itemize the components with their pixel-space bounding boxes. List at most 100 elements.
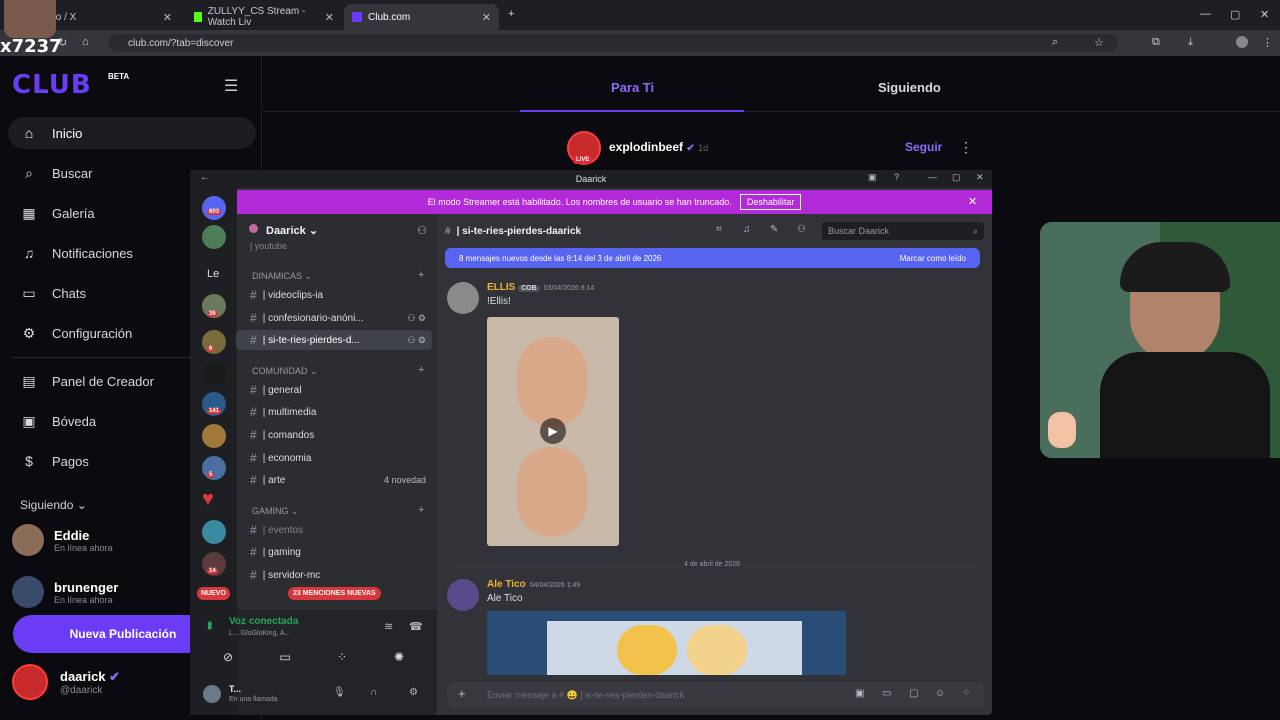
server-icon[interactable] <box>202 424 226 448</box>
avatar[interactable] <box>447 282 479 314</box>
soundboard-icon[interactable]: ✺ <box>385 648 413 666</box>
sticker-icon[interactable]: ▢ <box>909 688 918 699</box>
dm-home-icon[interactable] <box>202 196 226 220</box>
channel-item[interactable]: # | general <box>236 380 432 400</box>
minimize-icon[interactable]: — <box>928 172 937 182</box>
add-attachment-icon[interactable]: + <box>458 686 466 701</box>
channel-item[interactable]: # | confesionario-anóni... ⚇ ⚙ <box>236 308 432 328</box>
activities-icon[interactable]: ⁘ <box>328 648 356 666</box>
server-name[interactable]: Daarick ⌄ <box>266 224 318 237</box>
server-icon[interactable] <box>202 456 226 480</box>
add-channel-icon[interactable]: + <box>418 269 424 281</box>
tab-para-ti[interactable]: Para Ti <box>611 80 654 95</box>
channel-item[interactable]: # | economia <box>236 448 432 468</box>
home-icon[interactable]: ⌂ <box>82 36 89 48</box>
new-mentions-badge[interactable]: 23 MENCIONES NUEVAS <box>288 587 381 600</box>
server-folder-label[interactable]: Le <box>207 268 219 280</box>
channel-item[interactable]: | youtube <box>236 240 432 252</box>
tab-club[interactable]: Club.com ✕ <box>344 4 499 30</box>
camera-off-icon[interactable]: ⊘ <box>214 648 242 666</box>
channel-item-selected[interactable]: # | si-te-ries-pierdes-d... ⚇ ⚙ <box>236 330 432 350</box>
close-icon[interactable]: ✕ <box>325 11 334 24</box>
profile-avatar[interactable] <box>1236 36 1248 48</box>
close-icon[interactable]: ✕ <box>163 11 172 24</box>
threads-icon[interactable]: ⌗ <box>716 224 722 235</box>
headphones-icon[interactable]: ∩ <box>370 687 377 698</box>
following-item[interactable]: brunenger En línea ahora <box>12 572 118 612</box>
apps-icon[interactable]: ⁘ <box>962 688 970 699</box>
club-logo[interactable]: CLUB <box>12 70 92 100</box>
noise-suppression-icon[interactable]: ≋ <box>384 620 393 633</box>
pin-icon[interactable]: ✎ <box>770 224 778 235</box>
close-banner-icon[interactable]: ✕ <box>968 195 977 208</box>
heart-server-icon[interactable]: ♥ <box>202 488 214 511</box>
extensions-icon[interactable]: ⧉ <box>1152 36 1160 49</box>
new-tab-icon[interactable]: + <box>508 8 514 20</box>
mark-as-read-button[interactable]: Marcar como leído <box>900 254 966 263</box>
nav-inicio[interactable]: ⌂ Inicio <box>8 117 256 149</box>
inbox-icon[interactable]: ▣ <box>868 172 877 183</box>
avatar[interactable] <box>203 685 221 703</box>
close-icon[interactable]: ✕ <box>482 11 491 24</box>
gift-icon[interactable]: ▣ <box>855 688 864 699</box>
current-user[interactable]: daarick ✔ @daarick <box>12 664 120 700</box>
server-icon[interactable] <box>202 225 226 249</box>
channel-settings-icon[interactable]: ⚇ ⚙ <box>407 335 426 346</box>
channel-settings-icon[interactable]: ⚇ ⚙ <box>407 313 426 324</box>
message-author[interactable]: ELLIS COB 03/04/2026 8:14 <box>487 282 594 293</box>
tab-siguiendo[interactable]: Siguiendo <box>878 80 941 95</box>
server-icon[interactable] <box>202 362 226 386</box>
avatar[interactable] <box>447 579 479 611</box>
tab-stream[interactable]: ZULLYY_CS Stream - Watch Liv ✕ <box>186 4 342 30</box>
add-channel-icon[interactable]: + <box>418 364 424 376</box>
channel-item[interactable]: # | multimedia <box>236 402 432 422</box>
category-comunidad[interactable]: COMUNIDAD ⌄ <box>252 366 318 377</box>
hamburger-menu-icon[interactable]: ☰ <box>224 76 238 96</box>
more-options-icon[interactable]: ⋮ <box>959 139 973 156</box>
following-header[interactable]: Siguiendo ⌄ <box>20 498 87 512</box>
follow-button[interactable]: Seguir <box>905 140 942 154</box>
channel-item[interactable]: # | comandos <box>236 425 432 445</box>
image-attachment[interactable] <box>487 611 846 675</box>
voice-channel-label[interactable]: L... GloGloKing, A... <box>229 630 290 637</box>
microphone-icon[interactable]: 🎙 <box>333 687 346 698</box>
disconnect-icon[interactable]: ☎ <box>409 620 423 633</box>
category-gaming[interactable]: GAMING ⌄ <box>252 506 299 517</box>
maximize-icon[interactable]: ▢ <box>952 172 961 183</box>
maximize-icon[interactable]: ▢ <box>1230 8 1240 21</box>
search-input[interactable]: Buscar Daarick ⌕ <box>822 222 984 240</box>
close-window-icon[interactable]: ✕ <box>976 172 984 183</box>
zoom-icon[interactable]: ⌕ <box>1052 36 1058 49</box>
address-bar[interactable]: club.com/?tab=discover <box>108 34 1118 52</box>
download-icon[interactable]: ⤓ <box>1188 36 1193 49</box>
user-settings-icon[interactable]: ⚙ <box>409 687 418 698</box>
bookmark-icon[interactable]: ☆ <box>1094 36 1104 49</box>
screenshare-icon[interactable]: ▭ <box>271 648 299 666</box>
message-author[interactable]: Ale Tico 04/04/2026 1:49 <box>487 579 580 590</box>
disable-button[interactable]: Deshabilitar <box>739 194 802 210</box>
post-username[interactable]: explodinbeef ✔ 1d <box>609 140 708 154</box>
image-character <box>687 625 747 675</box>
help-icon[interactable]: ? <box>894 172 899 182</box>
server-icon[interactable] <box>202 330 226 354</box>
back-icon[interactable]: ← <box>200 172 210 183</box>
invite-icon[interactable]: ⚇ <box>417 224 427 237</box>
minimize-icon[interactable]: — <box>1200 8 1211 20</box>
menu-icon[interactable]: ⋮ <box>1262 36 1273 49</box>
channel-item[interactable]: # | arte 4 novedad <box>236 470 432 490</box>
bell-icon[interactable]: ♫ <box>743 224 751 235</box>
server-icon[interactable] <box>202 520 226 544</box>
channel-item[interactable]: # | gaming <box>236 542 432 562</box>
channel-item[interactable]: # | videoclips-ia <box>236 285 432 305</box>
message-composer[interactable]: Enviar mensaje a # 😀 | si-te-ries-pierde… <box>447 682 984 708</box>
channel-item[interactable]: # | servidor-mc <box>236 565 432 585</box>
members-icon[interactable]: ⚇ <box>797 224 806 235</box>
gif-icon[interactable]: ▭ <box>882 688 891 699</box>
category-dinamicas[interactable]: DINAMICAS ⌄ <box>252 271 312 282</box>
close-window-icon[interactable]: ✕ <box>1260 8 1269 21</box>
add-channel-icon[interactable]: + <box>418 504 424 516</box>
emoji-icon[interactable]: ☺ <box>935 688 945 699</box>
channel-item[interactable]: # | eventos <box>236 520 432 540</box>
following-item[interactable]: Eddie En línea ahora <box>12 520 113 560</box>
play-icon[interactable]: ▶ <box>540 418 566 444</box>
